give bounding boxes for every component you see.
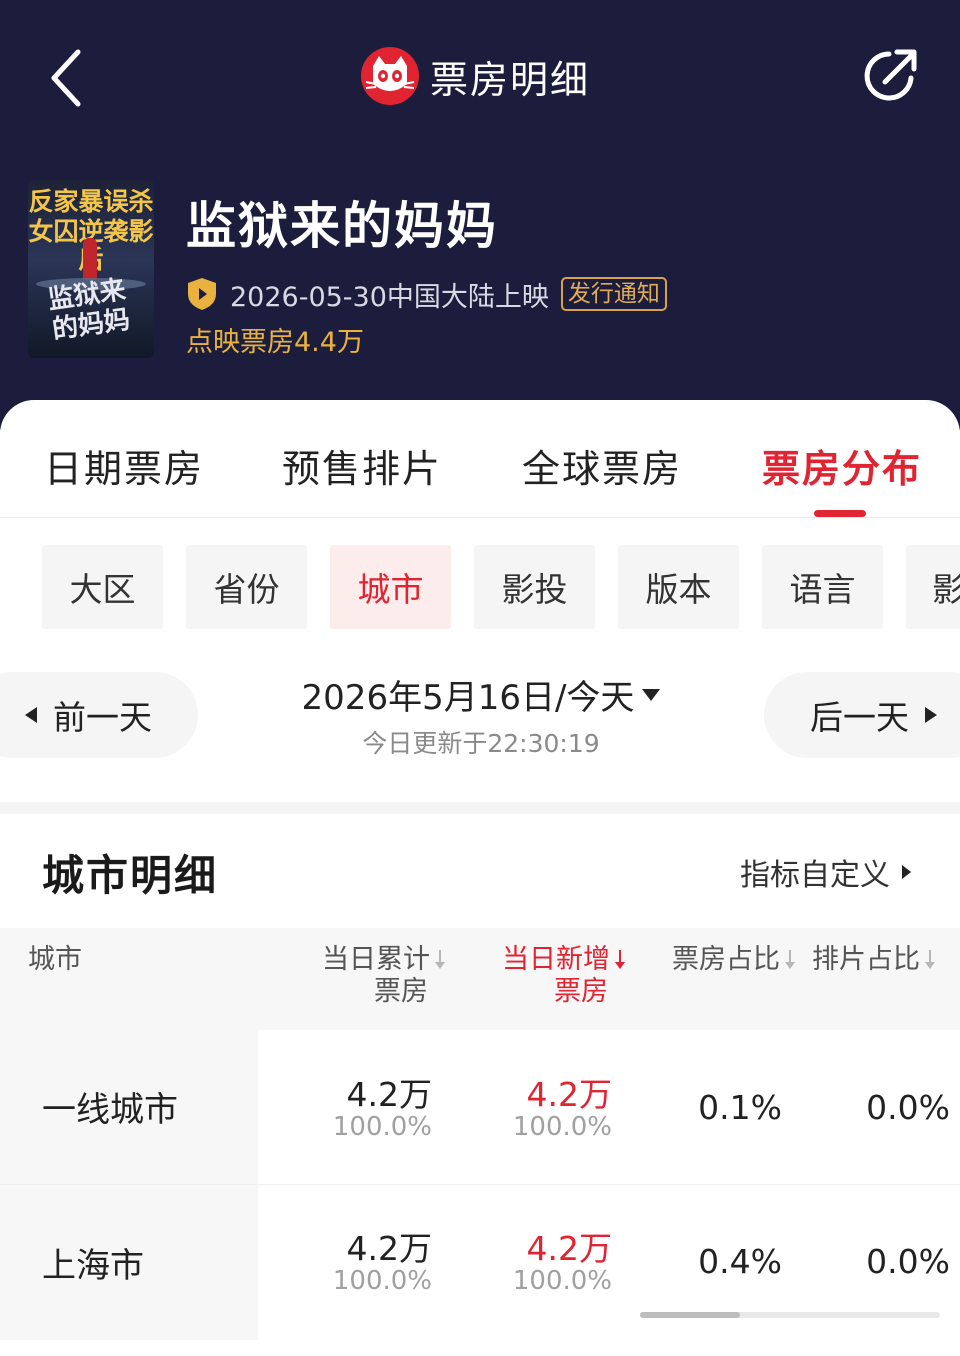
header-cumulative-line2: 票房 xyxy=(374,976,428,1007)
column-header-cumulative[interactable]: 当日累计 票房 xyxy=(300,944,446,1008)
column-header-city: 城市 xyxy=(28,944,82,975)
dimension-chips: 大区 省份 城市 影投 版本 语言 影 xyxy=(0,545,960,629)
poster-title: 监狱来的妈妈 xyxy=(46,275,132,346)
column-header-new[interactable]: 当日新增 票房 xyxy=(480,944,626,1008)
header-box-share: 票房占比 xyxy=(672,944,780,975)
date-navigation: 前一天 2026年5月16日/今天 今日更新于22:30:19 后一天 xyxy=(0,668,960,760)
shield-icon xyxy=(188,278,216,310)
row-cumulative-pct: 100.0% xyxy=(332,1112,432,1142)
header-new-line2: 票房 xyxy=(554,976,608,1007)
sort-arrow-active-icon xyxy=(614,950,626,970)
header-title-group: 票房明细 xyxy=(360,46,590,106)
row-new-pct: 100.0% xyxy=(512,1112,612,1142)
release-info: 2026-05-30中国大陆上映 发行通知 xyxy=(186,276,667,313)
tab-presale-schedule[interactable]: 预售排片 xyxy=(282,438,442,493)
customize-label: 指标自定义 xyxy=(740,858,890,893)
prev-day-button[interactable]: 前一天 xyxy=(0,672,198,758)
row-new: 4.2万 xyxy=(526,1229,612,1268)
table-row[interactable]: 一线城市 4.2万 100.0% 4.2万 100.0% 0.1% 0.0% xyxy=(0,1030,960,1184)
horizontal-scrollbar[interactable] xyxy=(640,1312,940,1318)
caret-down-icon xyxy=(642,688,661,701)
row-schedule-share: 0.0% xyxy=(866,1242,950,1281)
row-new-pct: 100.0% xyxy=(512,1266,612,1296)
cat-logo-icon xyxy=(361,47,419,105)
header-schedule-share: 排片占比 xyxy=(812,944,920,975)
triangle-right-icon xyxy=(902,865,911,879)
main-tabs: 日期票房 预售排片 全球票房 票房分布 xyxy=(0,400,960,518)
sort-arrow-icon xyxy=(784,950,796,970)
chip-cinema-investor[interactable]: 影投 xyxy=(474,545,595,629)
release-notice-badge[interactable]: 发行通知 xyxy=(560,277,667,311)
active-tab-indicator xyxy=(814,510,866,517)
next-day-label: 后一天 xyxy=(810,698,909,737)
row-city: 上海市 xyxy=(42,1246,144,1286)
scrollbar-thumb[interactable] xyxy=(640,1312,740,1318)
release-date: 2026-05-30中国大陆上映 xyxy=(230,281,549,313)
section-divider xyxy=(0,802,960,814)
table-header: 城市 当日累计 票房 当日新增 票房 票房占比 排片占比 xyxy=(0,928,960,1030)
row-box-share: 0.1% xyxy=(698,1088,782,1127)
back-button[interactable] xyxy=(40,42,100,112)
row-cumulative: 4.2万 xyxy=(346,1075,432,1114)
share-arrow-icon xyxy=(864,49,917,101)
row-box-share: 0.4% xyxy=(698,1242,782,1281)
next-day-button[interactable]: 后一天 xyxy=(764,672,960,758)
row-city: 一线城市 xyxy=(42,1090,178,1130)
triangle-right-icon xyxy=(925,707,937,723)
row-schedule-share: 0.0% xyxy=(866,1088,950,1127)
page-title: 票房明细 xyxy=(430,57,591,102)
movie-poster[interactable]: 反家暴误杀 女囚逆袭影后 监狱来的妈妈 xyxy=(28,180,154,358)
chip-province[interactable]: 省份 xyxy=(186,545,307,629)
header-new-line1: 当日新增 xyxy=(502,944,610,975)
row-new: 4.2万 xyxy=(526,1075,612,1114)
chip-region[interactable]: 大区 xyxy=(42,545,163,629)
chevron-left-icon xyxy=(51,49,81,107)
content-card: 日期票房 预售排片 全球票房 票房分布 大区 省份 城市 影投 版本 语言 影 … xyxy=(0,400,960,1356)
chip-city[interactable]: 城市 xyxy=(330,545,451,629)
date-picker[interactable]: 2026年5月16日/今天 xyxy=(300,670,662,719)
tab-global-box-office[interactable]: 全球票房 xyxy=(522,438,682,493)
column-header-box-share[interactable]: 票房占比 xyxy=(646,944,796,976)
preview-box-office: 点映票房4.4万 xyxy=(186,327,364,358)
chip-version[interactable]: 版本 xyxy=(618,545,739,629)
section-title: 城市明细 xyxy=(42,851,219,900)
row-cumulative-pct: 100.0% xyxy=(332,1266,432,1296)
sort-arrow-icon xyxy=(924,950,936,970)
header: 票房明细 反家暴误杀 女囚逆袭影后 监狱来的妈妈 监狱来的妈妈 2026-05-… xyxy=(0,0,960,430)
chip-cinema-partial[interactable]: 影 xyxy=(906,545,960,629)
poster-figure xyxy=(83,238,97,280)
row-divider xyxy=(0,1184,960,1185)
sort-arrow-icon xyxy=(434,950,446,970)
tab-box-office-distribution[interactable]: 票房分布 xyxy=(762,438,922,493)
header-cumulative-line1: 当日累计 xyxy=(322,944,430,975)
update-time: 今日更新于22:30:19 xyxy=(362,729,600,758)
triangle-left-icon xyxy=(25,707,37,723)
customize-metrics-button[interactable]: 指标自定义 xyxy=(740,850,911,894)
tab-daily-box-office[interactable]: 日期票房 xyxy=(44,438,204,493)
row-cumulative: 4.2万 xyxy=(346,1229,432,1268)
share-button[interactable] xyxy=(855,42,925,112)
movie-title: 监狱来的妈妈 xyxy=(186,197,498,255)
poster-tagline-1: 反家暴误杀 xyxy=(28,187,154,216)
chip-language[interactable]: 语言 xyxy=(762,545,883,629)
date-label: 2026年5月16日/今天 xyxy=(301,678,635,718)
prev-day-label: 前一天 xyxy=(53,698,152,737)
column-header-schedule-share[interactable]: 排片占比 xyxy=(812,944,960,976)
